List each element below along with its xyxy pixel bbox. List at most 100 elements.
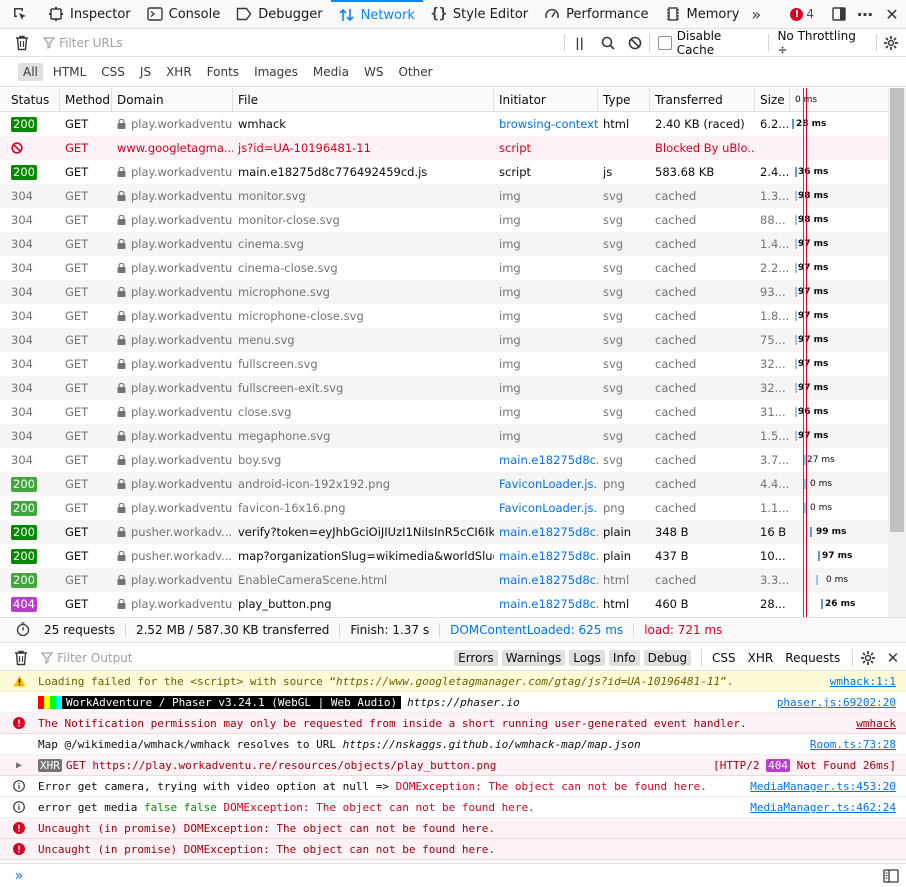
table-row[interactable]: 200 GET play.workadventu... favicon-16x16.p… — [0, 496, 888, 520]
disable-cache-checkbox[interactable]: Disable Cache — [658, 29, 760, 57]
message-source-link[interactable]: wmhack — [856, 713, 896, 734]
message-source-link[interactable]: MediaManager.ts:462:24 — [750, 797, 896, 818]
initiator-cell[interactable]: main.e18275d8c... — [494, 448, 598, 472]
initiator-cell[interactable]: main.e18275d8c... — [494, 520, 598, 544]
clear-console-button[interactable] — [0, 650, 41, 666]
column-header-status[interactable]: Status — [0, 88, 60, 111]
table-row[interactable]: 304 GET play.workadventu... fullscreen.svg i… — [0, 352, 888, 376]
search-button[interactable] — [594, 36, 621, 50]
message-source-link[interactable]: phaser.js:69202:20 — [777, 692, 896, 713]
pause-recording-button[interactable]: || — [565, 36, 594, 50]
tab-debugger[interactable]: Debugger — [228, 0, 330, 28]
initiator-cell[interactable]: main.e18275d8c... — [494, 568, 598, 592]
table-row[interactable]: 304 GET play.workadventu... microphone-clos… — [0, 304, 888, 328]
filter-requests-button[interactable]: Requests — [781, 650, 844, 666]
table-row[interactable]: 304 GET play.workadventu... cinema.svg img sv… — [0, 232, 888, 256]
network-settings-button[interactable] — [877, 35, 906, 51]
table-row[interactable]: GET www.googletagma... js?id=UA-10196481-1… — [0, 136, 888, 160]
initiator-cell[interactable]: main.e18275d8c... — [494, 544, 598, 568]
scrollbar-thumb[interactable] — [890, 88, 904, 532]
tab-console[interactable]: Console — [139, 0, 229, 28]
console-message-xhr-error[interactable]: ▶ XHR GET https://play.workadventu.re/re… — [0, 755, 906, 776]
table-row[interactable]: 304 GET play.workadventu... microphone.svg i… — [0, 280, 888, 304]
filter-css-button[interactable]: CSS — [708, 650, 740, 666]
options-menu-button[interactable]: ⋯ — [852, 5, 878, 24]
table-row[interactable]: 304 GET play.workadventu... megaphone.svg im… — [0, 424, 888, 448]
console-message-log[interactable]: WorkAdventure / Phaser v3.24.1 (WebGL | … — [0, 692, 906, 713]
tab-inspector[interactable]: Inspector — [40, 0, 139, 28]
console-message-info[interactable]: Error get camera, trying with video opti… — [0, 776, 906, 797]
console-input-row[interactable]: » — [0, 863, 906, 887]
toggle-editor-button[interactable] — [876, 868, 906, 883]
type-filter-all[interactable]: All — [18, 62, 43, 81]
type-filter-media[interactable]: Media — [308, 63, 354, 81]
tab-network[interactable]: Network — [330, 0, 423, 28]
error-count-badge[interactable]: ! 4 — [790, 7, 814, 21]
filter-xhr-button[interactable]: XHR — [744, 650, 778, 666]
request-blocking-button[interactable] — [622, 36, 649, 50]
console-input[interactable] — [38, 866, 876, 886]
column-header-waterfall[interactable]: 0 ms — [790, 88, 888, 111]
table-row[interactable]: 200 GET play.workadventu... android-icon-19… — [0, 472, 888, 496]
message-source-link[interactable]: MediaManager.ts:453:20 — [750, 776, 896, 797]
initiator-cell[interactable]: FaviconLoader.js... — [494, 496, 598, 520]
type-filter-images[interactable]: Images — [249, 63, 303, 81]
filter-debug-button[interactable]: Debug — [643, 649, 692, 666]
tab-style-editor[interactable]: {} Style Editor — [423, 0, 536, 28]
console-message-error[interactable]: The Notification permission may only be … — [0, 713, 906, 734]
console-message-error[interactable]: Uncaught (in promise) DOMException: The … — [0, 839, 906, 860]
console-message-error[interactable]: Uncaught (in promise) DOMException: The … — [0, 818, 906, 839]
close-split-console-button[interactable]: ✕ — [880, 649, 906, 667]
console-message-warning[interactable]: Loading failed for the <script> with sou… — [0, 671, 906, 692]
type-filter-fonts[interactable]: Fonts — [202, 63, 244, 81]
console-settings-button[interactable] — [857, 650, 880, 666]
more-tools-button[interactable]: » — [747, 0, 769, 28]
expand-arrow-icon[interactable]: ▶ — [0, 760, 38, 771]
table-row[interactable]: 200 GET pusher.workadv... verify?token=eyJh… — [0, 520, 888, 544]
table-row[interactable]: 304 GET play.workadventu... fullscreen-exit… — [0, 376, 888, 400]
type-filter-other[interactable]: Other — [393, 63, 437, 81]
column-header-size[interactable]: Size — [755, 88, 790, 111]
filter-info-button[interactable]: Info — [608, 649, 640, 666]
filter-logs-button[interactable]: Logs — [569, 649, 605, 666]
message-url[interactable]: https://phaser.io — [407, 696, 520, 709]
table-row[interactable]: 304 GET play.workadventu... monitor-close.s… — [0, 208, 888, 232]
checkbox-box[interactable] — [658, 35, 672, 50]
type-filter-xhr[interactable]: XHR — [161, 63, 197, 81]
filter-urls-input[interactable]: Filter URLs — [43, 36, 552, 50]
filter-output-input[interactable]: Filter Output — [41, 651, 454, 665]
table-row[interactable]: 200 GET play.workadventu... main.e18275d8c7… — [0, 160, 888, 184]
separate-window-button[interactable] — [826, 7, 852, 21]
column-header-file[interactable]: File — [233, 88, 494, 111]
filter-warnings-button[interactable]: Warnings — [501, 649, 566, 666]
type-filter-html[interactable]: HTML — [48, 63, 91, 81]
initiator-cell[interactable]: FaviconLoader.js... — [494, 472, 598, 496]
table-row[interactable]: 304 GET play.workadventu... menu.svg img svg c… — [0, 328, 888, 352]
table-scrollbar[interactable] — [888, 88, 906, 617]
element-picker-button[interactable] — [0, 0, 40, 28]
table-row[interactable]: 304 GET play.workadventu... monitor.svg img s… — [0, 184, 888, 208]
table-row[interactable]: 200 GET pusher.workadv... map?organizationS… — [0, 544, 888, 568]
type-filter-js[interactable]: JS — [135, 63, 156, 81]
column-header-domain[interactable]: Domain — [112, 88, 233, 111]
message-source-link[interactable]: wmhack:1:1 — [830, 671, 896, 692]
tab-performance[interactable]: Performance — [536, 0, 656, 28]
message-source-link[interactable]: Room.ts:73:28 — [810, 734, 896, 755]
table-row[interactable]: 200 GET play.workadventu... EnableCameraSce… — [0, 568, 888, 592]
column-header-method[interactable]: Method — [60, 88, 112, 111]
console-message-info[interactable]: error get media false false DOMException… — [0, 797, 906, 818]
table-row[interactable]: 304 GET play.workadventu... close.svg img svg… — [0, 400, 888, 424]
type-filter-css[interactable]: CSS — [96, 63, 130, 81]
initiator-cell[interactable]: main.e18275d8c... — [494, 592, 598, 616]
column-header-type[interactable]: Type — [598, 88, 650, 111]
column-header-transferred[interactable]: Transferred — [650, 88, 755, 111]
table-row[interactable]: 304 GET play.workadventu... boy.svg main.e18… — [0, 448, 888, 472]
console-message-log[interactable]: Map @/wikimedia/wmhack/wmhack resolves t… — [0, 734, 906, 755]
type-filter-ws[interactable]: WS — [359, 63, 388, 81]
close-devtools-button[interactable]: ✕ — [878, 5, 906, 24]
throttling-select[interactable]: No Throttling ÷ — [777, 29, 867, 57]
table-row[interactable]: 404 GET play.workadventu... play_button.png… — [0, 592, 888, 616]
tab-memory[interactable]: Memory — [657, 0, 748, 28]
clear-requests-button[interactable] — [0, 35, 43, 51]
filter-errors-button[interactable]: Errors — [454, 649, 498, 666]
